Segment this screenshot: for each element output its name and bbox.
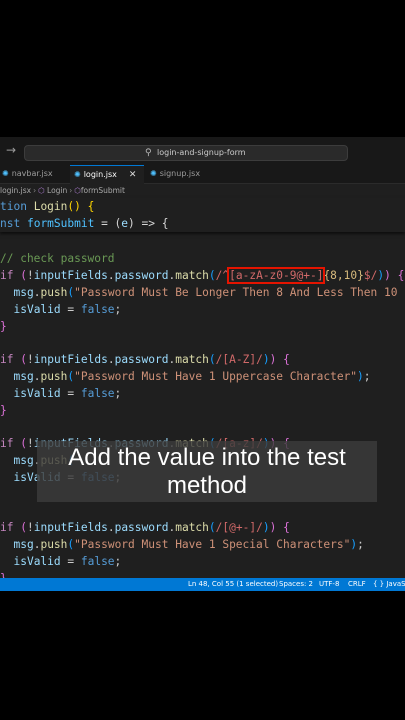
video-caption: Add the value into the test method [37,441,377,502]
close-icon[interactable]: ✕ [129,170,137,180]
code-line: msg.push("Password Must Have 1 Uppercase… [13,370,371,383]
code-line: // check password [0,252,115,265]
sticky-scroll-header: tion Login() { nst formSubmit = (e) => { [0,198,405,232]
status-indentation[interactable]: Spaces: 2 [279,578,313,591]
code-line: tion Login() { [0,200,95,213]
breadcrumb-formsubmit[interactable]: formSubmit [81,186,125,195]
status-language[interactable]: { } JavaS [373,578,405,591]
status-cursor-position[interactable]: Ln 48, Col 55 (1 selected) [188,578,278,591]
react-icon: ✺ [74,170,81,179]
command-center[interactable]: ⚲ login-and-signup-form [24,145,348,161]
code-line: if (!inputFields.password.match(/[@+-]/)… [0,521,290,534]
command-center-text: login-and-signup-form [157,148,246,157]
code-line: } [0,320,7,333]
editor-tabs: ✺ navbar.jsx ✺ login.jsx ✕ ✺ signup.jsx [0,165,405,184]
react-icon: ✺ [2,169,9,178]
regex-character-set-highlight: [a-zA-z0-9@+-] [227,267,326,284]
code-line: msg.push("Password Must Have 1 Special C… [13,538,364,551]
arrow-right-icon[interactable]: → [6,143,16,157]
code-line: if (!inputFields.password.match(/[A-Z]/)… [0,353,290,366]
code-line: nst formSubmit = (e) => { [0,217,169,230]
title-bar: → ⚲ login-and-signup-form [0,137,405,165]
breadcrumb-login[interactable]: Login [47,186,67,195]
code-line: isValid = false; [13,303,122,316]
breadcrumb-file[interactable]: login.jsx [0,186,31,195]
code-line: msg.push("Password Must Be Longer Then 8… [13,286,398,299]
function-icon: ⬡ [38,186,45,195]
react-icon: ✺ [150,169,157,178]
breadcrumb: login.jsx › ⬡ Login › ⬡formSubmit [0,184,125,198]
status-bar: Ln 48, Col 55 (1 selected) Spaces: 2 UTF… [0,578,405,591]
code-line: } [0,404,7,417]
code-line: if (!inputFields.password.match(/^[a-zA-… [0,267,405,284]
chevron-right-icon: › [33,186,37,195]
code-line: isValid = false; [13,387,122,400]
tab-login[interactable]: ✺ login.jsx ✕ [70,165,144,184]
chevron-right-icon: › [69,186,73,195]
tab-signup[interactable]: ✺ signup.jsx [148,165,220,183]
status-eol[interactable]: CRLF [348,578,366,591]
status-encoding[interactable]: UTF-8 [319,578,339,591]
code-editor-window: → ⚲ login-and-signup-form ✺ navbar.jsx ✺ l… [0,137,405,591]
code-line: isValid = false; [13,555,122,568]
search-icon: ⚲ [145,148,152,158]
tab-navbar[interactable]: ✺ navbar.jsx [0,165,66,183]
